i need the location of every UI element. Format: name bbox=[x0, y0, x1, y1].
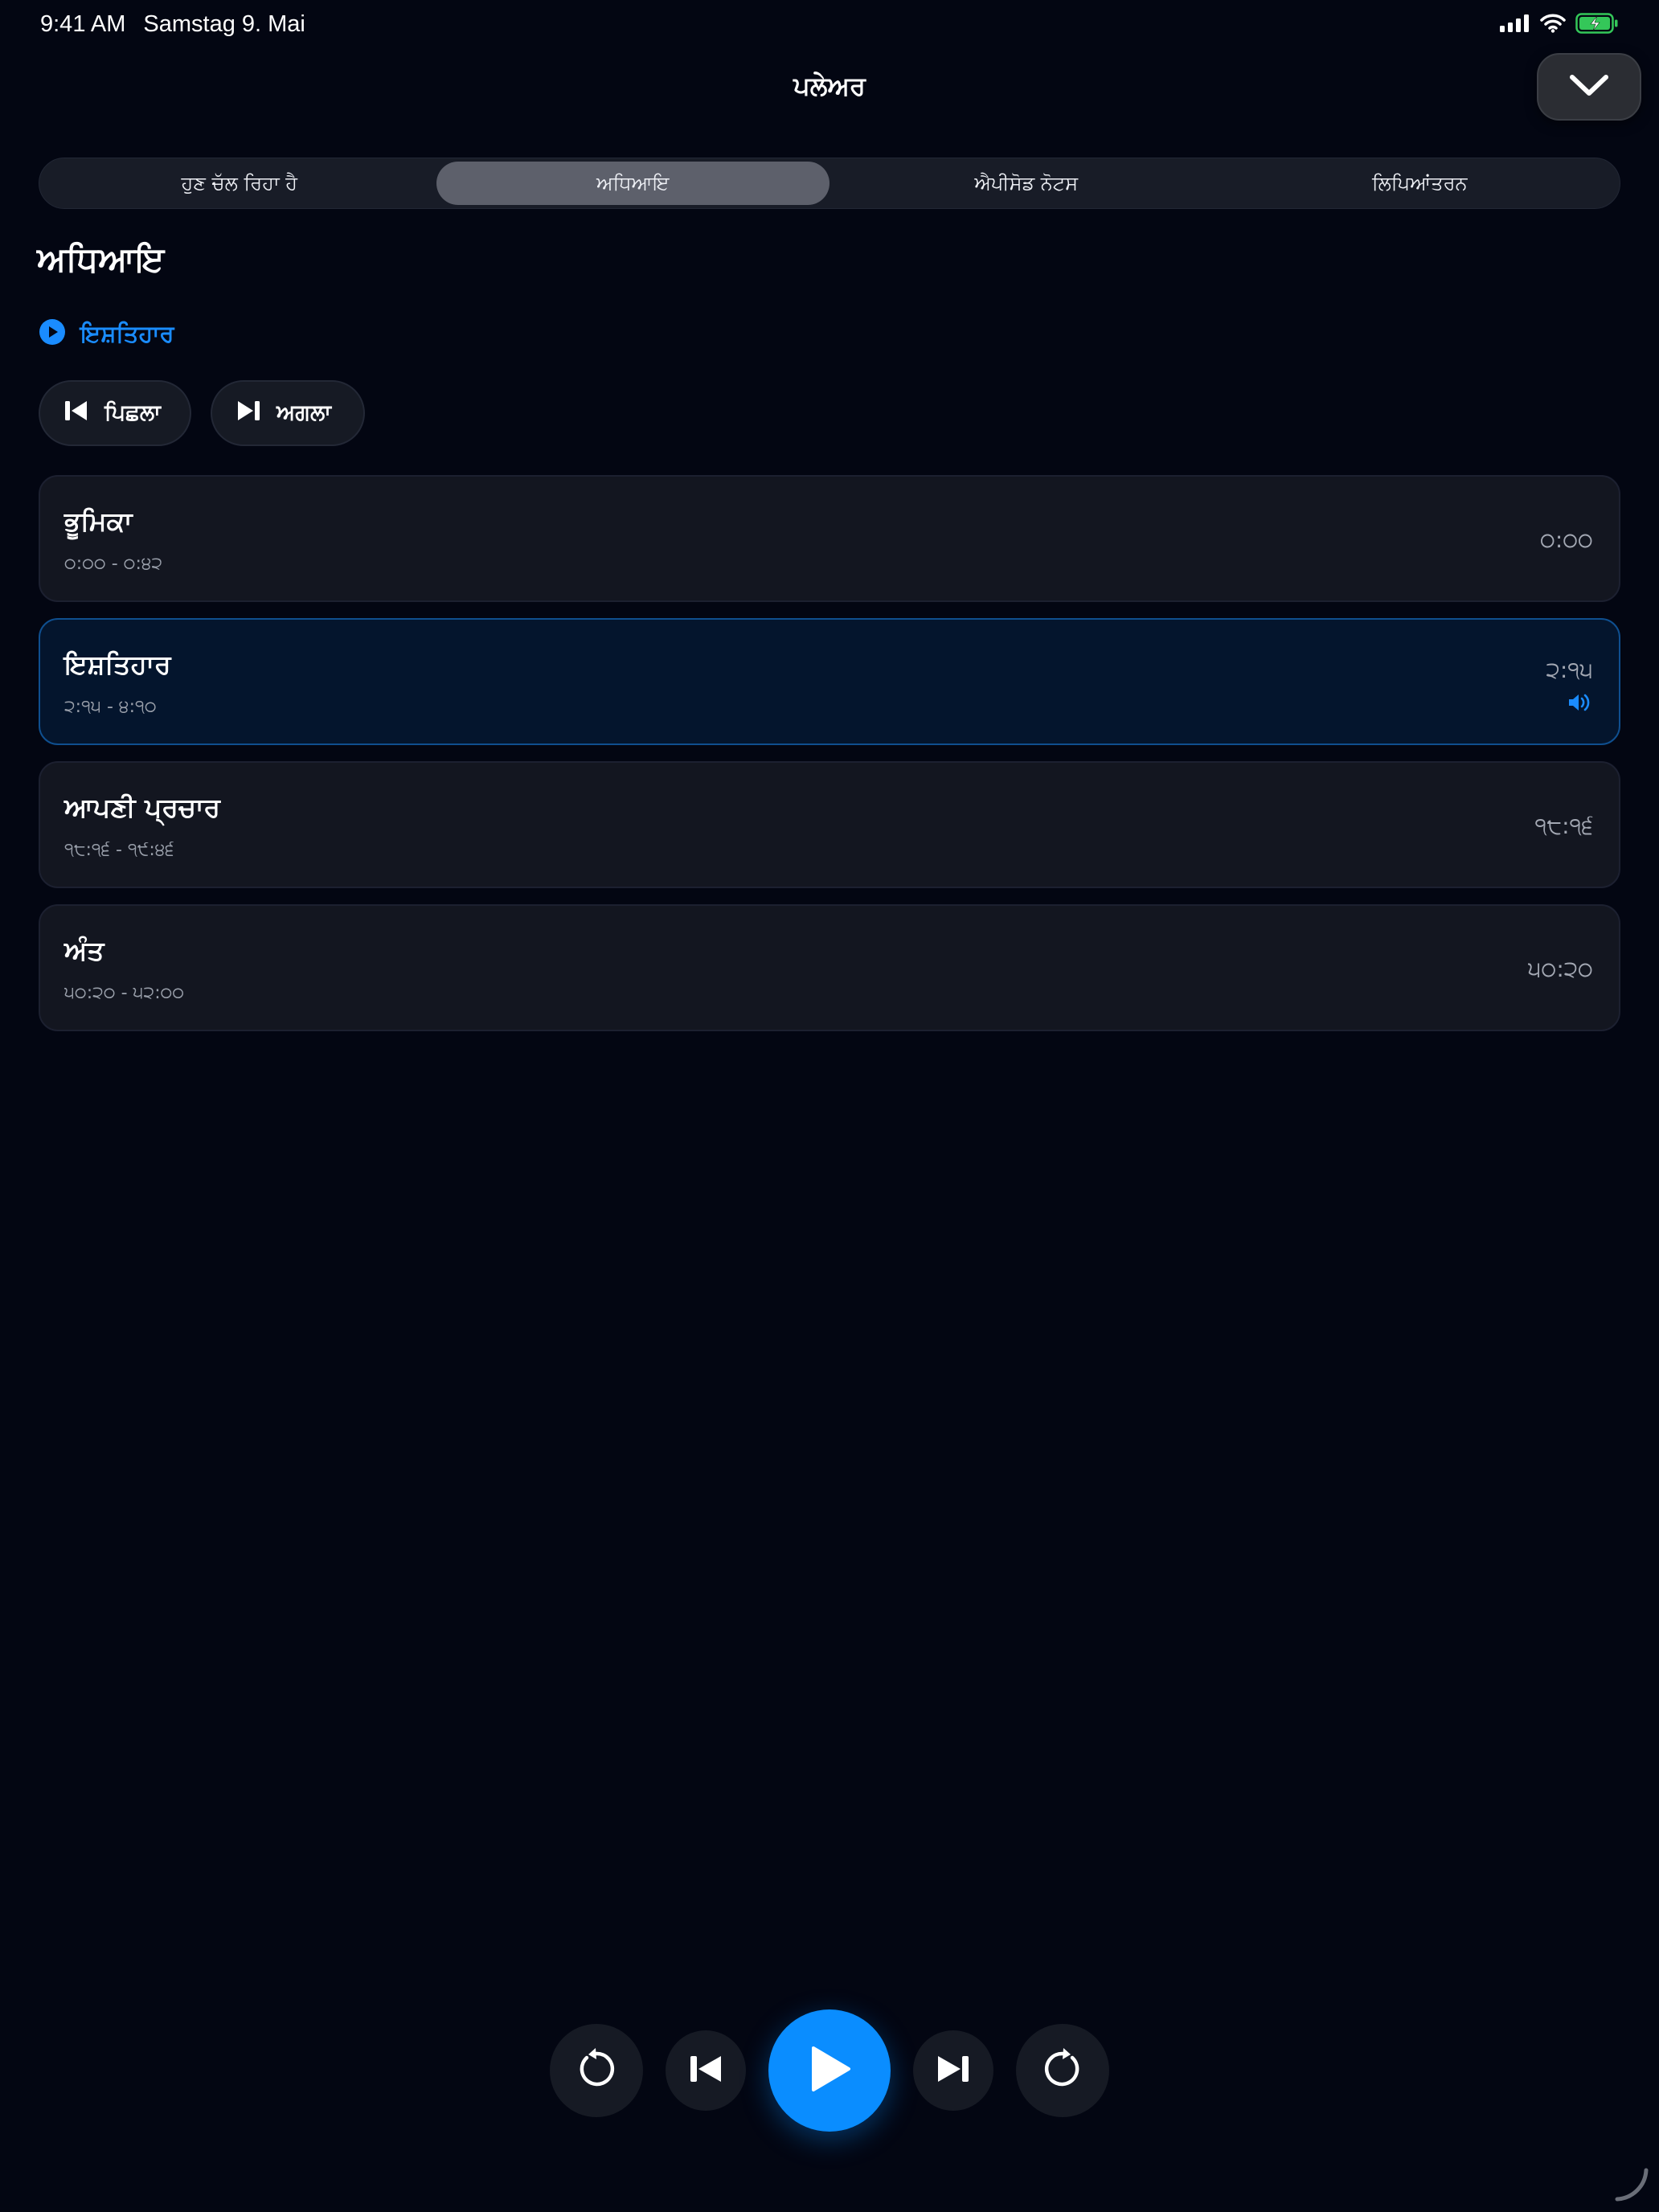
cellular-icon bbox=[1500, 14, 1530, 35]
chapter-start-time: ੫੦:੨੦ bbox=[1528, 956, 1593, 982]
chapter-start-time: ੦:੦੦ bbox=[1540, 526, 1593, 553]
battery-charging-icon bbox=[1575, 13, 1619, 37]
play-circle-icon bbox=[39, 318, 66, 349]
tab-now-playing[interactable]: ਹੁਣ ਚੱਲ ਰਿਹਾ ਹੈ bbox=[43, 162, 436, 205]
next-track-button[interactable] bbox=[913, 2030, 993, 2111]
chapter-start-time: ੨:੧੫ bbox=[1546, 657, 1593, 683]
previous-chapter-icon bbox=[64, 399, 88, 428]
skip-forward-button[interactable] bbox=[1016, 2024, 1109, 2117]
play-button[interactable] bbox=[768, 2009, 891, 2132]
chapter-start-time: ੧੮:੧੬ bbox=[1534, 813, 1593, 839]
next-chapter-icon bbox=[236, 399, 260, 428]
next-chapter-label: ਅਗਲਾ bbox=[276, 400, 331, 425]
next-chapter-icon bbox=[936, 2053, 971, 2088]
chapter-row[interactable]: ਭੂਮਿਕਾ ੦:੦੦ - ੦:੪੨ ੦:੦੦ bbox=[39, 475, 1620, 602]
skip-back-button[interactable] bbox=[550, 2024, 643, 2117]
status-bar-right bbox=[1500, 13, 1619, 37]
section-title: ਅਧਿਆਇ bbox=[37, 240, 165, 279]
chapter-range: ੦:੦੦ - ੦:੪੨ bbox=[64, 554, 163, 574]
previous-chapter-label: ਪਿਛਲਾ bbox=[104, 400, 161, 425]
previous-track-button[interactable] bbox=[666, 2030, 746, 2111]
chapter-range: ੫੦:੨੦ - ੫੨:੦੦ bbox=[64, 983, 185, 1003]
current-chapter-label: ਇਸ਼ਤਿਹਾਰ bbox=[80, 319, 174, 347]
tab-transcript[interactable]: ਲਿਪਿਆਂਤਰਨ bbox=[1223, 162, 1617, 205]
collapse-player-button[interactable] bbox=[1537, 53, 1641, 121]
play-icon bbox=[805, 2043, 854, 2098]
chapter-range: ੨:੧੫ - ੪:੧੦ bbox=[64, 697, 157, 717]
chapter-title: ਆਪਣੀ ਪ੍ਰਚਾਰ bbox=[64, 792, 220, 823]
status-bar-left: 9:41 AM Samstag 9. Mai bbox=[40, 11, 305, 38]
chapter-navigation: ਪਿਛਲਾ ਅਗਲਾ bbox=[39, 380, 365, 446]
chevron-down-icon bbox=[1568, 72, 1610, 101]
chapter-row[interactable]: ਆਪਣੀ ਪ੍ਰਚਾਰ ੧੮:੧੬ - ੧੯:੪੬ ੧੮:੧੬ bbox=[39, 761, 1620, 888]
skip-back-icon bbox=[574, 2046, 619, 2095]
previous-chapter-button[interactable]: ਪਿਛਲਾ bbox=[39, 380, 191, 446]
current-chapter-link[interactable]: ਇਸ਼ਤਿਹਾਰ bbox=[39, 318, 174, 349]
wifi-icon bbox=[1540, 14, 1566, 36]
chapter-title: ਭੂਮਿਕਾ bbox=[64, 506, 133, 537]
chapter-title: ਇਸ਼ਤਿਹਾਰ bbox=[64, 649, 171, 680]
player-tabs: ਹੁਣ ਚੱਲ ਰਿਹਾ ਹੈ ਅਧਿਆਇ ਐਪੀਸੋਡ ਨੋਟਸ ਲਿਪਿਆਂ… bbox=[39, 158, 1620, 209]
previous-chapter-icon bbox=[688, 2053, 723, 2088]
resize-handle-icon bbox=[1611, 2164, 1651, 2207]
status-date: Samstag 9. Mai bbox=[143, 11, 305, 37]
page-title: ਪਲੇਅਰ bbox=[793, 71, 866, 101]
next-chapter-button[interactable]: ਅਗਲਾ bbox=[211, 380, 365, 446]
status-time: 9:41 AM bbox=[40, 11, 126, 37]
chapter-title: ਅੰਤ bbox=[64, 935, 104, 966]
player-screen: 9:41 AM Samstag 9. Mai ਪਲੇਅਰ ਹੁਣ ਚੱਲ ਰਿਹ… bbox=[0, 0, 1659, 2212]
chapter-row-active[interactable]: ਇਸ਼ਤਿਹਾਰ ੨:੧੫ - ੪:੧੦ ੨:੧੫ bbox=[39, 618, 1620, 745]
chapter-row[interactable]: ਅੰਤ ੫੦:੨੦ - ੫੨:੦੦ ੫੦:੨੦ bbox=[39, 904, 1620, 1031]
tab-chapters[interactable]: ਅਧਿਆਇ bbox=[436, 162, 830, 205]
speaker-icon bbox=[1567, 692, 1591, 716]
skip-forward-icon bbox=[1040, 2046, 1085, 2095]
chapter-range: ੧੮:੧੬ - ੧੯:੪੬ bbox=[64, 840, 174, 860]
tab-episode-notes[interactable]: ਐਪੀਸੋਡ ਨੋਟਸ bbox=[830, 162, 1223, 205]
